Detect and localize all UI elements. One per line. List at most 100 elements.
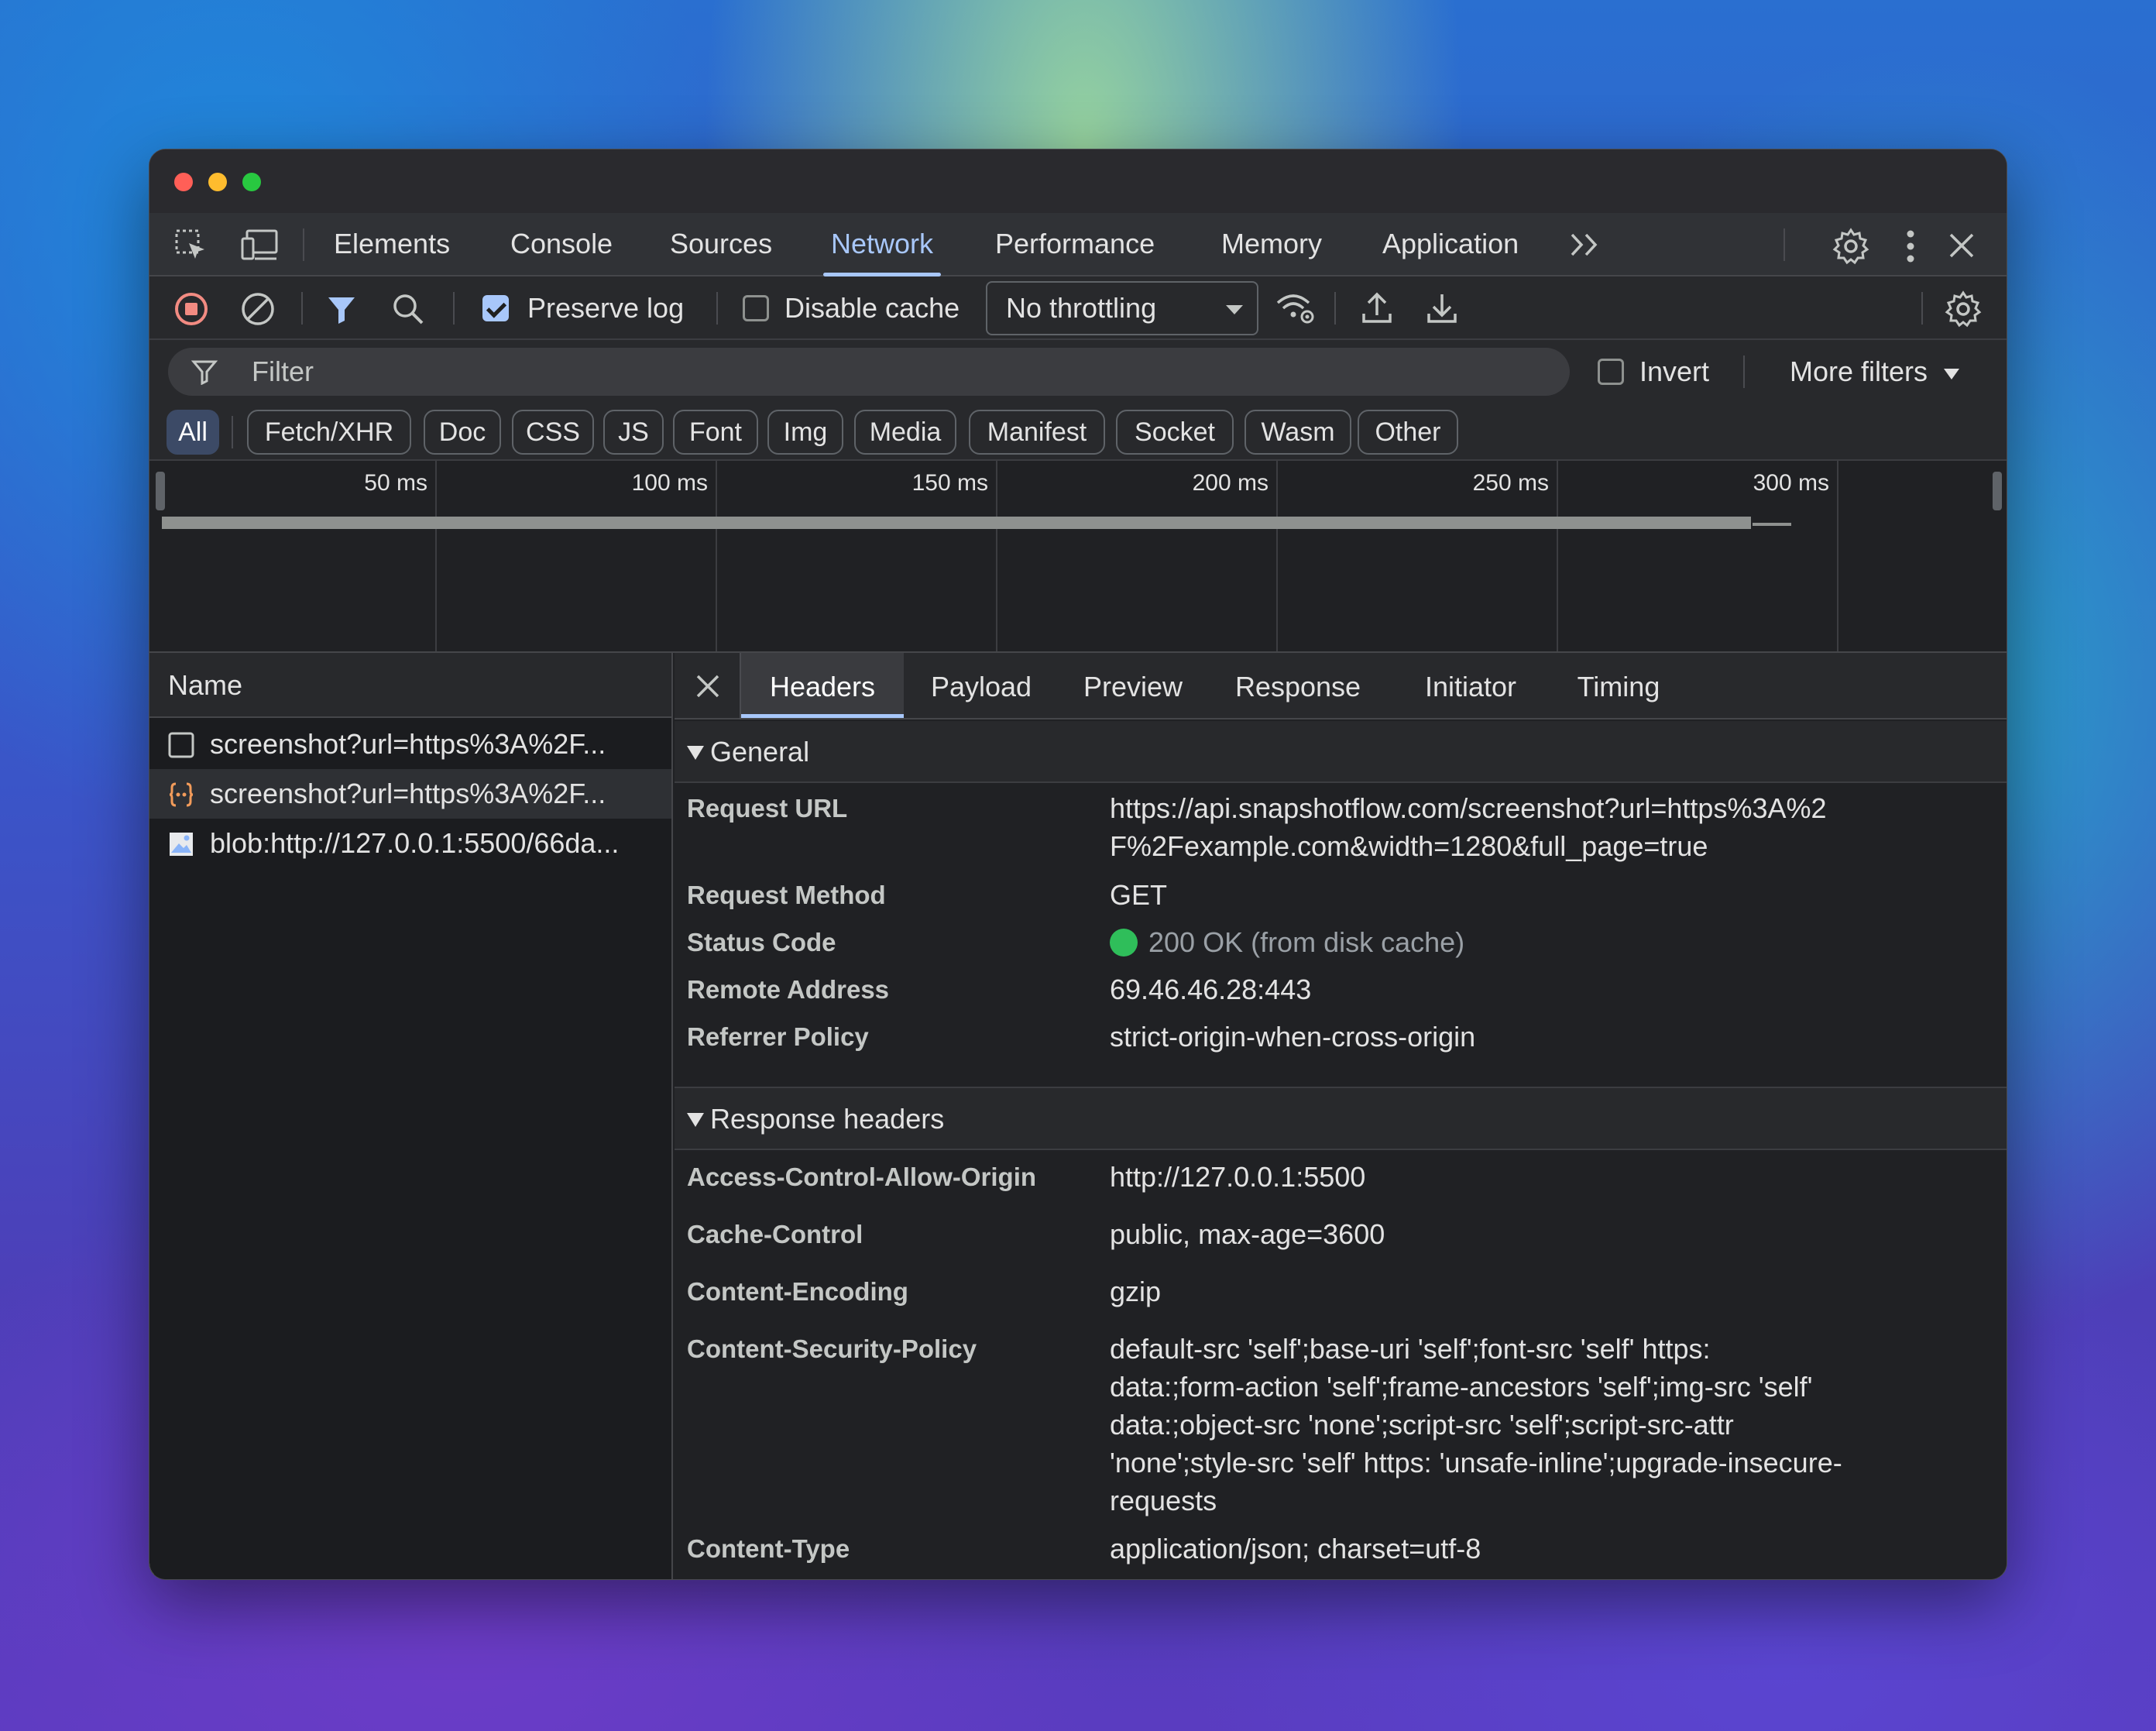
header-value[interactable]: default-src 'self';base-uri 'self';font-… xyxy=(1110,1330,1845,1520)
zoom-window-button[interactable] xyxy=(242,173,261,191)
minimize-window-button[interactable] xyxy=(208,173,227,191)
document-checkbox-icon xyxy=(168,732,194,758)
type-filter-media[interactable]: Media xyxy=(854,410,956,455)
caret-down-icon xyxy=(1944,369,1960,380)
timeline-gridline xyxy=(1557,461,1558,651)
preserve-log-checkbox[interactable] xyxy=(482,295,509,321)
timeline-right-handle[interactable] xyxy=(1993,472,2002,510)
header-value[interactable]: https://api.snapshotflow.com/screenshot?… xyxy=(1110,789,1845,865)
search-icon[interactable] xyxy=(390,290,427,328)
close-details-icon[interactable] xyxy=(688,667,727,706)
tab-network[interactable]: Network xyxy=(822,213,942,276)
tab-preview[interactable]: Preview xyxy=(1059,653,1207,718)
header-value[interactable]: application/json; charset=utf-8 xyxy=(1110,1530,1845,1568)
timeline-tick-label: 100 ms xyxy=(631,470,708,496)
separator xyxy=(1334,292,1336,325)
disable-cache-checkbox[interactable] xyxy=(743,295,769,321)
device-toolbar-icon[interactable] xyxy=(239,227,280,264)
invert-label: Invert xyxy=(1639,355,1710,387)
close-window-button[interactable] xyxy=(174,173,193,191)
more-tabs-chevron-icon[interactable] xyxy=(1567,228,1602,261)
tab-payload[interactable]: Payload xyxy=(904,653,1059,718)
header-value[interactable]: GET xyxy=(1110,876,1845,914)
preserve-log-label: Preserve log xyxy=(527,292,685,324)
more-options-icon[interactable] xyxy=(1895,225,1926,267)
header-key: Request Method xyxy=(687,881,886,909)
close-devtools-icon[interactable] xyxy=(1943,227,1980,264)
title-bar xyxy=(149,149,2007,213)
tab-performance[interactable]: Performance xyxy=(995,213,1155,275)
request-row-selected[interactable]: screenshot?url=https%3A%2F... xyxy=(149,769,671,819)
type-filter-socket[interactable]: Socket xyxy=(1116,410,1234,455)
status-code-value[interactable]: 200 OK (from disk cache) xyxy=(1110,923,1845,961)
type-filter-manifest[interactable]: Manifest xyxy=(969,410,1105,455)
inspect-element-icon[interactable] xyxy=(173,227,210,264)
request-row[interactable]: screenshot?url=https%3A%2F... xyxy=(149,720,671,769)
timeline-gridline xyxy=(996,461,997,651)
more-filters-button[interactable]: More filters xyxy=(1790,340,1960,404)
details-tab-bar: Headers Payload Preview Response Initiat… xyxy=(675,653,2007,720)
import-har-upload-icon[interactable] xyxy=(1358,289,1396,328)
type-filter-doc[interactable]: Doc xyxy=(424,410,501,455)
header-value[interactable]: http://127.0.0.1:5500 xyxy=(1110,1158,1845,1196)
header-value[interactable]: public, max-age=3600 xyxy=(1110,1215,1845,1253)
separator xyxy=(1921,292,1923,325)
timeline-gridline xyxy=(1276,461,1278,651)
header-value[interactable]: 69.46.46.28:443 xyxy=(1110,970,1845,1008)
type-filter-css[interactable]: CSS xyxy=(512,410,594,455)
timeline-left-handle[interactable] xyxy=(156,472,165,510)
network-settings-gear-icon[interactable] xyxy=(1943,289,1983,329)
timeline-request-bar xyxy=(162,517,1751,529)
tab-sources[interactable]: Sources xyxy=(670,213,772,275)
stop-recording-icon[interactable] xyxy=(173,290,210,328)
response-headers-section-toggle[interactable]: Response headers xyxy=(675,1088,2007,1150)
timeline-tick-label: 300 ms xyxy=(1753,470,1829,496)
type-filter-all[interactable]: All xyxy=(167,410,219,455)
network-toolbar: Preserve log Disable cache No throttling xyxy=(149,276,2007,340)
clear-log-icon[interactable] xyxy=(239,290,276,328)
type-filter-js[interactable]: JS xyxy=(603,410,664,455)
general-section-toggle[interactable]: General xyxy=(675,721,2007,783)
tab-timing[interactable]: Timing xyxy=(1553,653,1684,718)
tab-elements[interactable]: Elements xyxy=(334,213,450,275)
timeline-gridline xyxy=(716,461,717,651)
timeline-overview[interactable]: 50 ms 100 ms 150 ms 200 ms 250 ms 300 ms xyxy=(149,461,2007,653)
filter-funnel-icon[interactable] xyxy=(323,290,360,328)
request-name: screenshot?url=https%3A%2F... xyxy=(210,778,606,809)
response-headers-section-title: Response headers xyxy=(710,1103,945,1135)
type-filter-other[interactable]: Other xyxy=(1358,410,1458,455)
timeline-request-bar xyxy=(1753,523,1791,526)
type-filter-wasm[interactable]: Wasm xyxy=(1245,410,1351,455)
type-filter-fetch-xhr[interactable]: Fetch/XHR xyxy=(247,410,411,455)
tab-response[interactable]: Response xyxy=(1207,653,1389,718)
separator xyxy=(1743,355,1745,388)
header-value[interactable]: strict-origin-when-cross-origin xyxy=(1110,1018,1845,1056)
network-conditions-wifi-icon[interactable] xyxy=(1274,289,1317,328)
header-key: Status Code xyxy=(687,928,836,957)
settings-gear-icon[interactable] xyxy=(1830,225,1872,267)
separator xyxy=(1784,228,1785,261)
throttling-select[interactable]: No throttling xyxy=(986,281,1258,335)
header-key: Referrer Policy xyxy=(687,1022,869,1051)
type-filter-img[interactable]: Img xyxy=(767,410,843,455)
export-har-download-icon[interactable] xyxy=(1423,289,1461,328)
header-value[interactable]: gzip xyxy=(1110,1272,1845,1310)
invert-checkbox[interactable] xyxy=(1598,359,1624,385)
tab-console[interactable]: Console xyxy=(510,213,613,275)
name-column-header[interactable]: Name xyxy=(149,653,671,718)
filter-input[interactable]: Filter xyxy=(168,348,1570,396)
header-key: Content-Type xyxy=(687,1534,850,1563)
timeline-gridline xyxy=(1837,461,1838,651)
type-filter-font[interactable]: Font xyxy=(673,410,758,455)
tab-memory[interactable]: Memory xyxy=(1221,213,1322,275)
status-ok-dot-icon xyxy=(1110,929,1138,957)
request-name: screenshot?url=https%3A%2F... xyxy=(210,728,606,760)
throttling-value: No throttling xyxy=(1006,292,1157,324)
tab-application[interactable]: Application xyxy=(1382,213,1519,275)
disable-cache-label: Disable cache xyxy=(784,292,960,324)
header-key: Access-Control-Allow-Origin xyxy=(687,1163,1037,1191)
request-row[interactable]: blob:http://127.0.0.1:5500/66da... xyxy=(149,819,671,868)
tab-initiator[interactable]: Initiator xyxy=(1389,653,1553,718)
more-filters-label: More filters xyxy=(1790,355,1928,387)
tab-headers[interactable]: Headers xyxy=(741,653,904,718)
